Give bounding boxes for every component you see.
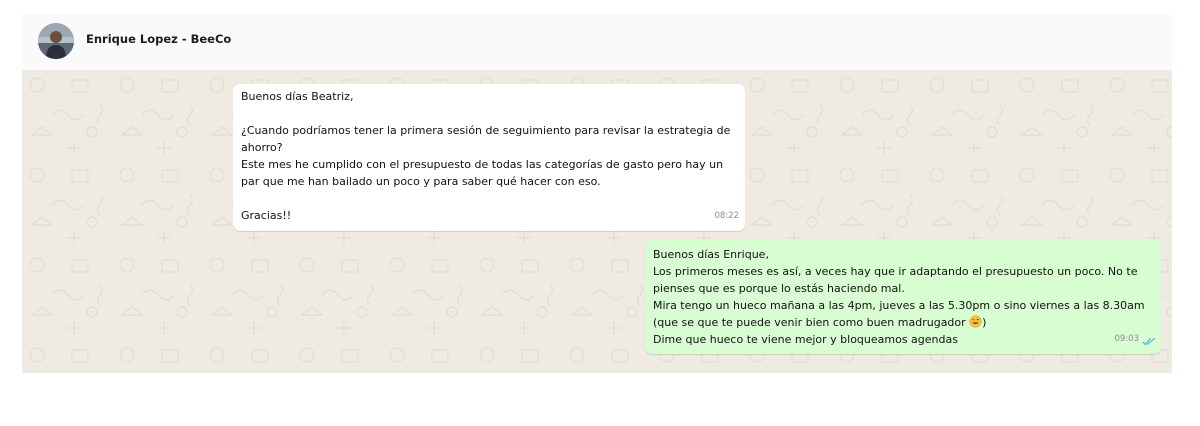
message-text-line: par que me han bailado un poco y para sa… [241,175,601,188]
message-text-line-with-emoji: (que se que te puede venir bien como bue… [653,314,986,331]
message-text-line: Este mes he cumplido con el presupuesto … [241,158,724,171]
grinning-sweat-emoji-icon [969,315,982,328]
message-timestamp: 08:22 [714,211,740,221]
chat-header: Enrique Lopez - BeeCo [22,14,1172,70]
message-text-line: Gracias!! [241,209,292,222]
chat-area[interactable]: Buenos días Beatriz, ¿Cuando podríamos t… [22,70,1172,373]
message-text-line: Los primeros meses es así, a veces hay q… [653,265,1138,278]
outgoing-message-bubble[interactable]: Buenos días Enrique, Los primeros meses … [645,240,1161,354]
message-text-line: Mira tengo un hueco mañana a las 4pm, ju… [653,299,1145,312]
message-text-segment: ) [982,316,987,329]
message-text-line: Buenos días Beatriz, [241,90,354,103]
message-text-line: Buenos días Enrique, [653,248,769,261]
message-text-line: Dime que hueco te viene mejor y bloqueam… [653,333,958,346]
avatar[interactable] [38,23,74,59]
message-text-line: pienses que es porque lo estás haciendo … [653,282,905,295]
double-check-read-icon [1142,337,1156,346]
incoming-message-bubble[interactable]: Buenos días Beatriz, ¿Cuando podríamos t… [233,84,745,231]
contact-name[interactable]: Enrique Lopez - BeeCo [86,32,231,46]
message-text-line: ¿Cuando podríamos tener la primera sesió… [241,124,731,137]
message-timestamp: 09:03 [1114,334,1140,344]
message-text-line: ahorro? [241,141,283,154]
message-text-segment: (que se que te puede venir bien como bue… [653,316,970,329]
